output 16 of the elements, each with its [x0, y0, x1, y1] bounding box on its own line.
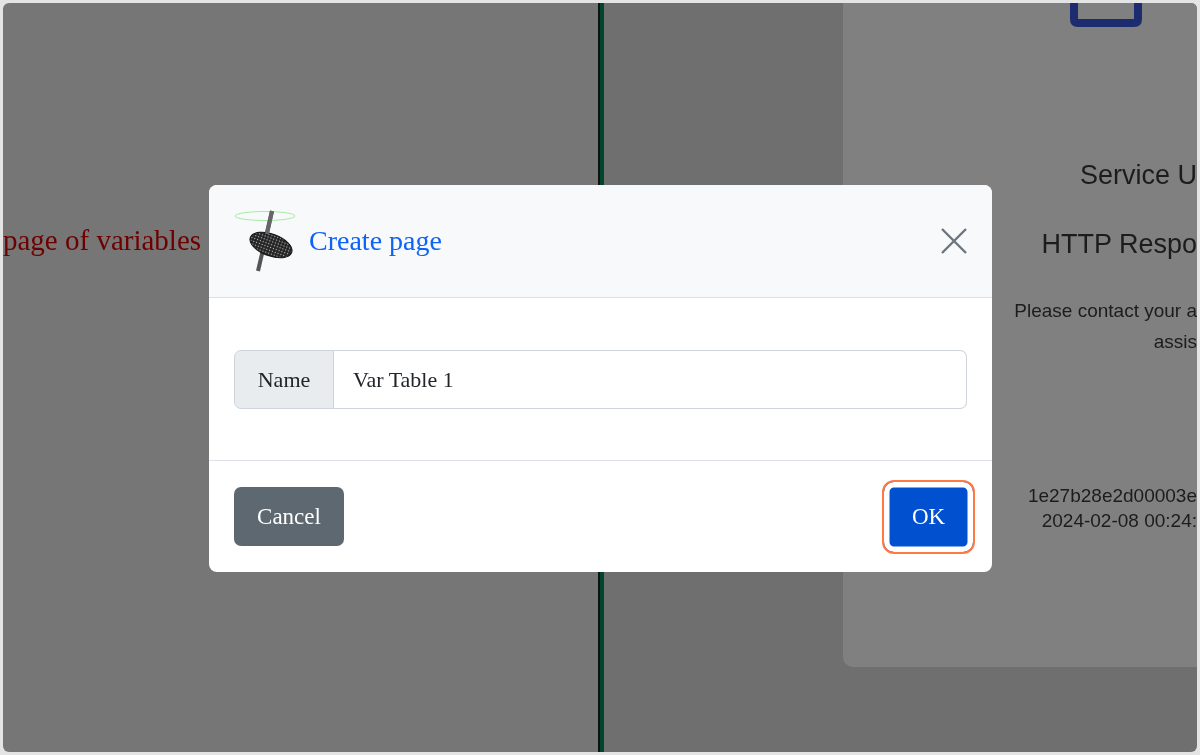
page-caption: page of variables	[3, 224, 202, 256]
dialog-title: Create page	[309, 224, 442, 258]
error-status: HTTP Respo	[1041, 228, 1197, 260]
close-button[interactable]	[940, 227, 968, 255]
square-logo-icon	[1070, 3, 1142, 27]
ok-button[interactable]: OK	[882, 479, 975, 554]
name-input[interactable]: Var Table 1	[334, 350, 967, 409]
name-label: Name	[234, 350, 334, 409]
error-message: Please contact your a	[1014, 299, 1197, 323]
error-detail: 1e27b28e2d00003e	[1027, 484, 1197, 508]
error-message: assis	[1153, 330, 1197, 354]
error-title: Service U	[1079, 159, 1197, 191]
cancel-button[interactable]: Cancel	[234, 487, 344, 546]
error-detail: 2024-02-08 00:24:	[1041, 509, 1197, 533]
close-icon	[940, 227, 968, 255]
spinning-top-icon	[234, 210, 296, 272]
